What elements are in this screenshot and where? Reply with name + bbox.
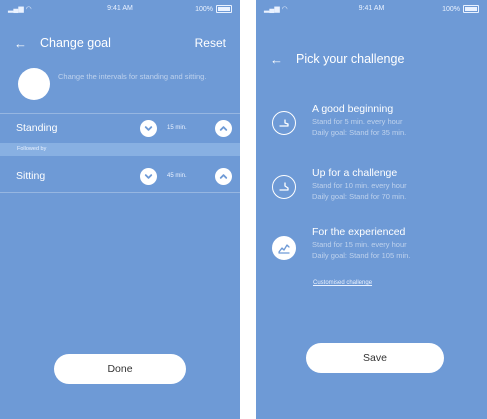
standing-row: Standing 15 min.: [0, 114, 240, 142]
pick-challenge-screen: ▂▄▆ ◠ 9:41 AM 100% ← Pick your challenge…: [256, 0, 487, 419]
standing-increase-button[interactable]: [215, 119, 232, 137]
standing-label: Standing: [16, 122, 58, 134]
battery-icon: [463, 5, 479, 13]
challenge-interval: Stand for 15 min. every hour: [312, 240, 407, 249]
trend-icon: [272, 236, 296, 260]
challenge-title: A good beginning: [312, 103, 394, 115]
challenge-daily-goal: Daily goal: Stand for 105 min.: [312, 251, 411, 260]
challenge-interval: Stand for 10 min. every hour: [312, 181, 407, 190]
followed-by-band: Followed by: [0, 143, 240, 156]
standing-value: 15 min.: [167, 125, 187, 131]
challenge-title: For the experienced: [312, 226, 406, 238]
save-button[interactable]: Save: [306, 343, 444, 373]
done-button[interactable]: Done: [54, 354, 186, 384]
challenge-daily-goal: Daily goal: Stand for 70 min.: [312, 192, 407, 201]
back-arrow-icon[interactable]: ←: [14, 37, 27, 50]
challenge-option-1[interactable]: A good beginning Stand for 5 min. every …: [256, 103, 487, 161]
challenge-interval: Stand for 5 min. every hour: [312, 117, 403, 126]
battery-indicator: 100%: [442, 5, 479, 13]
challenge-option-2[interactable]: Up for a challenge Stand for 10 min. eve…: [256, 167, 487, 225]
page-title: Pick your challenge: [296, 52, 405, 66]
sitting-value: 45 min.: [167, 173, 187, 179]
custom-challenge-link[interactable]: Customised challenge: [313, 280, 372, 286]
chevron-up-icon: [219, 173, 228, 179]
challenge-daily-goal: Daily goal: Stand for 35 min.: [312, 128, 407, 137]
back-arrow-icon[interactable]: ←: [270, 53, 283, 66]
stand-icon: [272, 111, 296, 135]
chevron-up-icon: [219, 125, 228, 131]
standing-decrease-button[interactable]: [140, 119, 157, 137]
status-bar: ▂▄▆ ◠ 9:41 AM 100%: [256, 3, 487, 15]
stand-icon: [272, 175, 296, 199]
battery-percent: 100%: [195, 5, 213, 13]
chevron-down-icon: [144, 173, 153, 179]
chevron-down-icon: [144, 125, 153, 131]
reset-button[interactable]: Reset: [195, 36, 226, 50]
header: ← Pick your challenge: [256, 44, 487, 74]
sitting-increase-button[interactable]: [215, 167, 232, 185]
header: ← Change goal Reset: [0, 28, 240, 58]
challenge-title: Up for a challenge: [312, 167, 398, 179]
avatar: [18, 68, 50, 100]
status-bar: ▂▄▆ ◠ 9:41 AM 100%: [0, 3, 240, 15]
battery-percent: 100%: [442, 5, 460, 13]
challenge-option-3[interactable]: For the experienced Stand for 15 min. ev…: [256, 226, 487, 284]
sitting-row: Sitting 45 min.: [0, 162, 240, 190]
battery-icon: [216, 5, 232, 13]
page-title: Change goal: [40, 36, 111, 50]
followed-by-label: Followed by: [17, 146, 47, 152]
info-text: Change the intervals for standing and si…: [58, 72, 207, 81]
battery-indicator: 100%: [195, 5, 232, 13]
sitting-decrease-button[interactable]: [140, 167, 157, 185]
change-goal-screen: ▂▄▆ ◠ 9:41 AM 100% ← Change goal Reset C…: [0, 0, 240, 419]
sitting-label: Sitting: [16, 170, 46, 182]
divider: [0, 192, 240, 193]
